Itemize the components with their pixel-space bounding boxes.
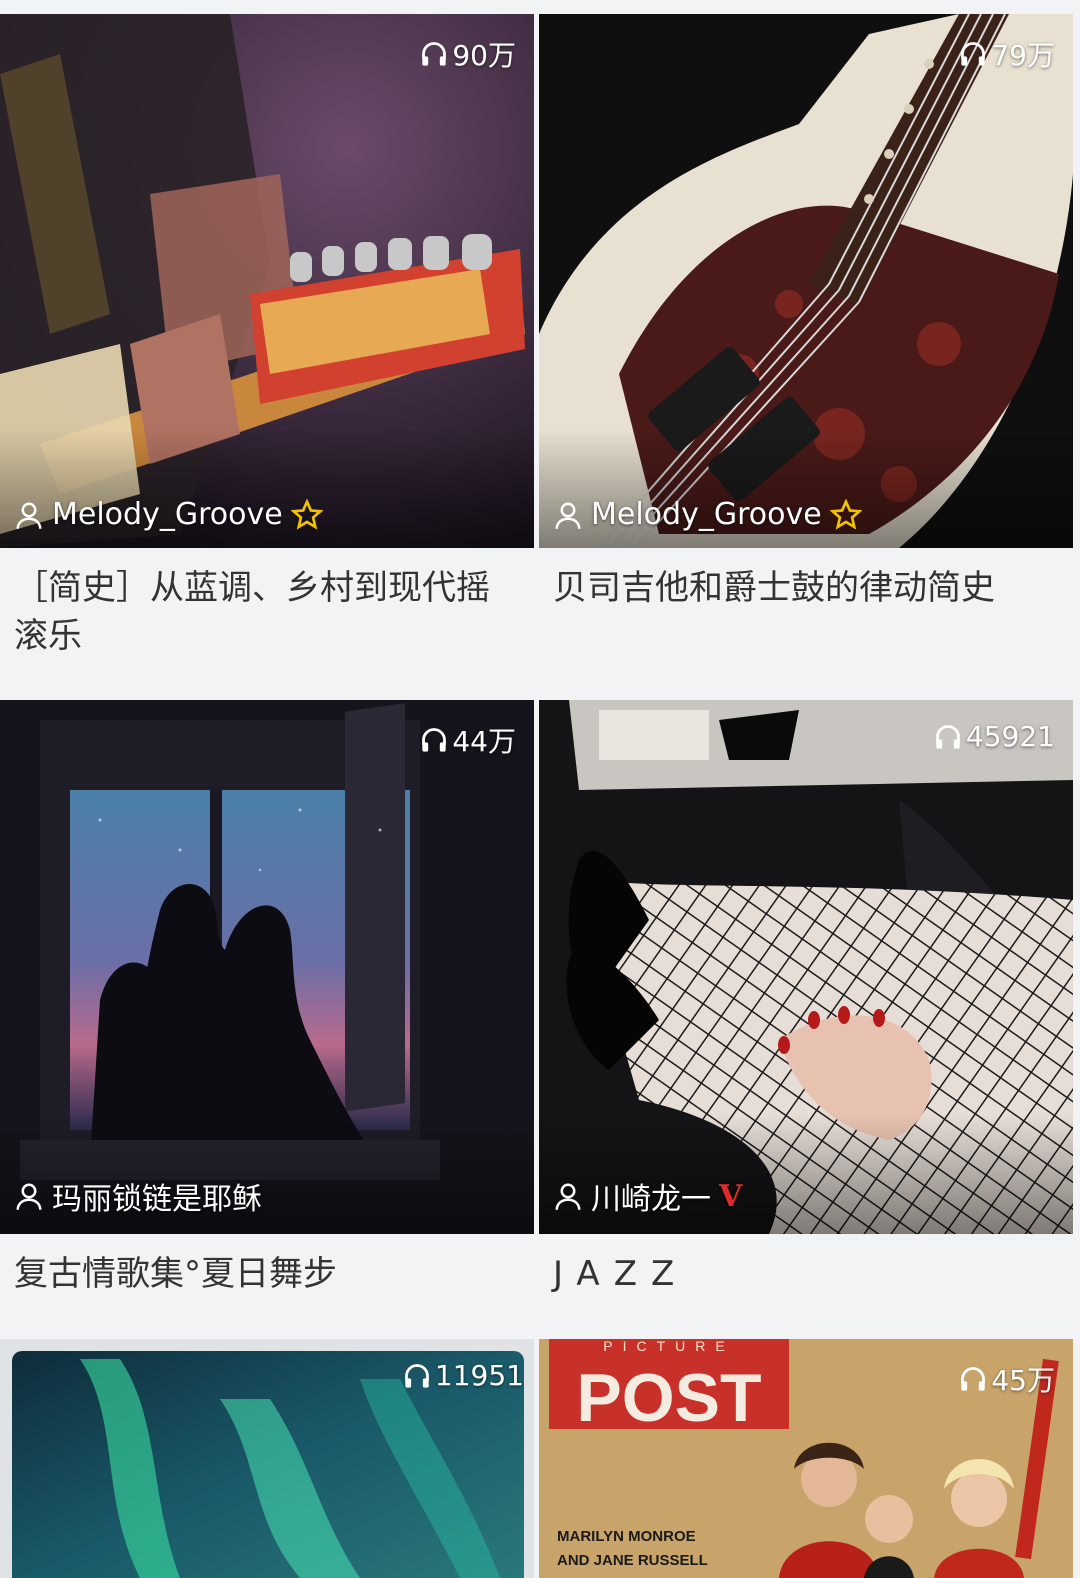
author-row[interactable]: Melody_Groove (553, 497, 862, 532)
play-count: 45万 (959, 1359, 1055, 1399)
play-count-value: 90万 (452, 39, 516, 72)
playlist-card[interactable]: 11951 (0, 1339, 534, 1578)
headphones-icon (936, 724, 960, 749)
play-count: 11951 (403, 1359, 524, 1392)
user-icon (555, 502, 581, 529)
play-count-value: 79万 (991, 39, 1055, 72)
playlist-grid: 90万 Melody_Groove ［简史］从蓝调、乡村到现代摇滚乐 79万 M… (0, 0, 1080, 1578)
headphones-icon (961, 42, 986, 66)
star-icon (290, 498, 323, 530)
play-count-value: 45万 (991, 1364, 1055, 1397)
author-name: Melody_Groove (591, 497, 822, 532)
playlist-card[interactable]: 45921 川崎龙一 V JAZZ (539, 700, 1073, 1298)
user-icon (16, 1183, 42, 1210)
play-count: 45921 (934, 720, 1055, 753)
user-icon (555, 1183, 581, 1210)
play-count: 90万 (420, 34, 516, 74)
play-count-value: 45921 (965, 720, 1055, 753)
magazine-title: POST (576, 1360, 761, 1436)
playlist-card[interactable]: 90万 Melody_Groove ［简史］从蓝调、乡村到现代摇滚乐 (0, 14, 534, 660)
vip-badge-icon: V (719, 1178, 743, 1214)
user-icon (16, 502, 42, 529)
playlist-cover[interactable]: 44万 玛丽锁链是耶稣 (0, 700, 534, 1234)
playlist-title[interactable]: 复古情歌集°夏日舞步 (14, 1250, 520, 1298)
author-row[interactable]: 川崎龙一 V (553, 1174, 742, 1218)
play-count-value: 44万 (452, 725, 516, 758)
author-name: 川崎龙一 (591, 1182, 711, 1217)
author-name: Melody_Groove (52, 497, 283, 532)
playlist-cover[interactable]: 45921 川崎龙一 V (539, 700, 1073, 1234)
headphones-icon (961, 1367, 986, 1391)
magazine-caption-line2: AND JANE RUSSELL (557, 1552, 708, 1569)
magazine-header: PICTURE (603, 1339, 734, 1354)
playlist-title[interactable]: 贝司吉他和爵士鼓的律动简史 (553, 564, 1059, 612)
headphones-icon (422, 728, 447, 752)
playlist-cover[interactable]: 90万 Melody_Groove (0, 14, 534, 548)
playlist-card[interactable]: PICTURE POST MARILYN MONROE AND JANE RUS… (539, 1339, 1073, 1578)
author-name: 玛丽锁链是耶稣 (52, 1182, 262, 1217)
playlist-title[interactable]: JAZZ (553, 1250, 1059, 1298)
headphones-icon (422, 42, 447, 66)
playlist-cover[interactable]: 11951 (0, 1339, 534, 1578)
author-row[interactable]: Melody_Groove (14, 497, 323, 532)
playlist-card[interactable]: 44万 玛丽锁链是耶稣 复古情歌集°夏日舞步 (0, 700, 534, 1298)
headphones-icon (405, 1363, 429, 1388)
playlist-card[interactable]: 79万 Melody_Groove 贝司吉他和爵士鼓的律动简史 (539, 14, 1073, 612)
magazine-caption-line1: MARILYN MONROE (557, 1528, 696, 1545)
star-icon (829, 498, 862, 530)
playlist-cover[interactable]: PICTURE POST MARILYN MONROE AND JANE RUS… (539, 1339, 1073, 1578)
author-row[interactable]: 玛丽锁链是耶稣 (14, 1174, 262, 1218)
play-count: 79万 (959, 34, 1055, 74)
play-count: 44万 (420, 720, 516, 760)
play-count-value: 11951 (434, 1359, 524, 1392)
playlist-cover[interactable]: 79万 Melody_Groove (539, 14, 1073, 548)
playlist-title[interactable]: ［简史］从蓝调、乡村到现代摇滚乐 (14, 564, 520, 660)
